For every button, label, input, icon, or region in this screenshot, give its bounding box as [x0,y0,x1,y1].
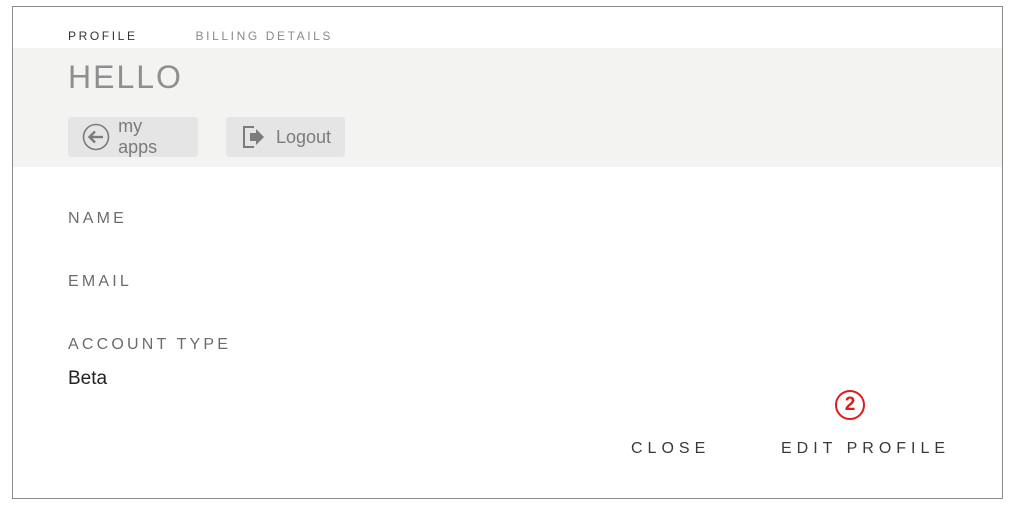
tab-billing-details[interactable]: BILLING DETAILS [196,28,333,44]
arrow-left-circle-icon [81,122,110,152]
email-label: EMAIL [68,273,133,290]
edit-profile-button[interactable]: EDIT PROFILE [781,439,950,459]
account-type-label: ACCOUNT TYPE [68,336,232,353]
profile-header: HELLO my apps Logout [13,48,1002,167]
my-apps-label: my apps [118,116,158,157]
account-type-value: Beta [68,368,108,389]
annotation-badge: 2 [835,390,865,420]
profile-dialog: PROFILE BILLING DETAILS HELLO my apps Lo… [12,6,1003,499]
logout-label: Logout [275,126,331,147]
tab-bar: PROFILE BILLING DETAILS [68,28,333,44]
my-apps-button[interactable]: my apps [68,116,198,157]
close-button[interactable]: CLOSE [631,439,710,459]
logout-icon [239,122,268,152]
name-label: NAME [68,210,128,227]
tab-profile[interactable]: PROFILE [68,28,138,44]
greeting-title: HELLO [68,59,183,95]
logout-button[interactable]: Logout [226,117,345,157]
